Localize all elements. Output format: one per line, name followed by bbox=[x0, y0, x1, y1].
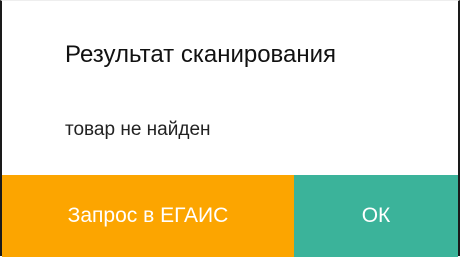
egais-request-button[interactable]: Запрос в ЕГАИС bbox=[2, 175, 294, 257]
dialog-button-row: Запрос в ЕГАИС ОК bbox=[2, 175, 458, 257]
dialog-title: Результат сканирования bbox=[65, 41, 337, 68]
dialog-message: товар не найден bbox=[65, 119, 211, 140]
scan-result-dialog: Результат сканирования товар не найден З… bbox=[0, 0, 460, 257]
ok-button[interactable]: ОК bbox=[294, 175, 458, 257]
